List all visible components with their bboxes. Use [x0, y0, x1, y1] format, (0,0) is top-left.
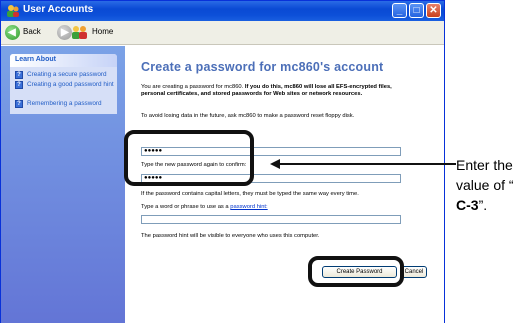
panel-header: Learn About: [10, 54, 117, 67]
close-button[interactable]: ✕: [426, 3, 441, 18]
panel-title: Learn About: [15, 56, 56, 63]
help-icon: ?: [15, 100, 23, 108]
password-fields-highlight: [124, 130, 254, 186]
page-title: Create a password for mc860's account: [141, 60, 384, 74]
floppy-note: To avoid losing data in the future, ask …: [141, 113, 355, 119]
callout-line-3-suffix: ”.: [478, 197, 488, 213]
home-label[interactable]: Home: [92, 27, 113, 36]
back-arrow-icon: ◀: [8, 27, 16, 38]
callout-line-2: value of “: [456, 177, 514, 193]
hint-label: Type a word or phrase to use as a passwo…: [141, 204, 416, 211]
window-title: User Accounts: [23, 4, 94, 15]
maximize-button[interactable]: □: [409, 3, 424, 18]
learn-about-panel: Learn About ? Creating a secure password…: [10, 54, 117, 114]
help-icon: ?: [15, 81, 23, 89]
forward-arrow-icon: ▶: [61, 27, 69, 38]
intro-plain-text: You are creating a password for mc860.: [141, 84, 244, 90]
callout-value-id: C-3: [456, 197, 479, 213]
sidebar-item-label: Creating a secure password: [27, 71, 107, 78]
callout-arrow-line: [278, 163, 456, 165]
minimize-button[interactable]: _: [392, 3, 407, 18]
sidebar-item-label: Remembering a password: [27, 100, 102, 107]
back-button[interactable]: ◀: [5, 25, 20, 40]
help-icon: ?: [15, 71, 23, 79]
password-hint-link[interactable]: password hint:: [230, 204, 267, 210]
sidebar: Learn About ? Creating a secure password…: [1, 46, 125, 323]
password-hint-field[interactable]: [141, 215, 401, 224]
title-bar: User Accounts _ □ ✕: [1, 1, 444, 21]
hint-visibility-note: The password hint will be visible to eve…: [141, 233, 320, 239]
hint-label-prefix: Type a word or phrase to use as a: [141, 204, 229, 210]
cancel-button[interactable]: Cancel: [401, 266, 427, 278]
callout-line-3: C-3”.: [456, 195, 526, 215]
toolbar: ◀ Back ▶ Home: [1, 21, 444, 45]
callout-line-1: Enter the: [456, 157, 513, 173]
sidebar-item-label: Creating a good password hint: [27, 81, 114, 88]
back-label[interactable]: Back: [23, 27, 41, 36]
create-button-highlight: [308, 256, 404, 287]
instruction-callout: Enter the value of “ C-3”.: [456, 155, 526, 215]
home-users-icon[interactable]: [70, 24, 90, 40]
user-accounts-icon: [7, 5, 19, 17]
caps-note: If the password contains capital letters…: [141, 191, 359, 197]
intro-text: You are creating a password for mc860. I…: [141, 84, 416, 98]
